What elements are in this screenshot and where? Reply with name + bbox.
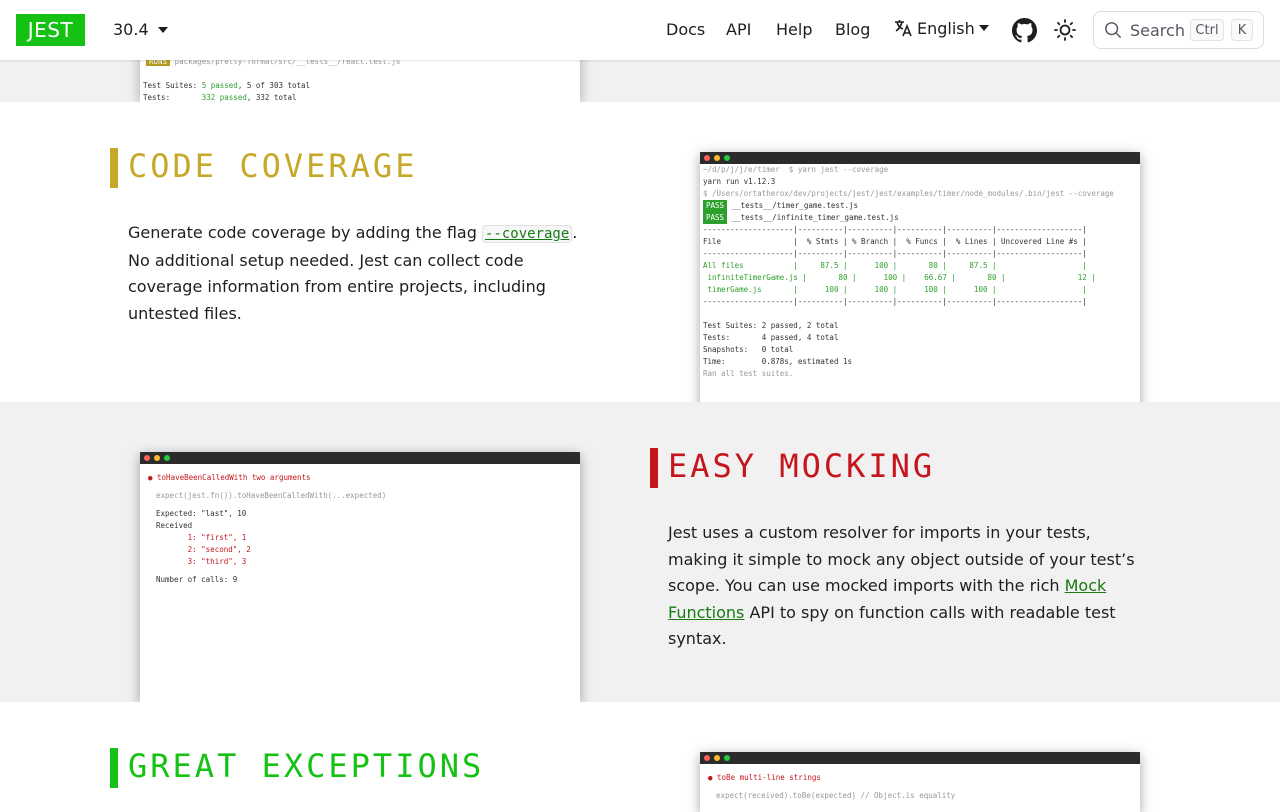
version-dropdown[interactable]: 30.4 xyxy=(113,20,168,39)
term-line: expect(received).toBe(expected) // Objec… xyxy=(716,791,956,800)
term-line: 3: "third", 3 xyxy=(156,557,247,566)
term-line: $ /Users/ortatherox/dev/projects/jest/je… xyxy=(703,189,1114,198)
tests-passed: 332 passed xyxy=(201,93,247,102)
coverage-section: CODE COVERAGE Generate code coverage by … xyxy=(0,102,1280,412)
term-line: Expected: "last", 10 xyxy=(156,509,247,518)
term-line: __tests__/timer_game.test.js xyxy=(731,201,859,210)
term-line: __tests__/infinite_timer_game.test.js xyxy=(731,213,899,222)
term-line: --------------------|----------|--------… xyxy=(703,225,1087,234)
term-line: 1: "first", 1 xyxy=(156,533,247,542)
suites-passed: 5 passed xyxy=(201,81,238,90)
term-line: --------------------|----------|--------… xyxy=(703,249,1087,258)
term-line: --------------------|----------|--------… xyxy=(703,297,1087,306)
kbd-ctrl: Ctrl xyxy=(1190,19,1224,41)
mocking-accent-bar xyxy=(650,448,658,488)
chevron-down-icon xyxy=(978,25,989,31)
terminal-titlebar xyxy=(700,152,1140,164)
nav-link-blog[interactable]: Blog xyxy=(835,20,870,39)
mocking-title: EASY MOCKING xyxy=(668,447,936,485)
translate-icon xyxy=(895,20,912,37)
term-line: File | % Stmts | % Branch | % Funcs | % … xyxy=(703,237,1087,246)
coverage-flag-link[interactable]: --coverage xyxy=(481,225,573,243)
coverage-text-before: Generate code coverage by adding the fla… xyxy=(128,223,477,242)
jest-logo[interactable]: JEST xyxy=(16,14,85,46)
search-placeholder: Search xyxy=(1130,20,1185,40)
mocking-section: ● toHaveBeenCalledWith two arguments exp… xyxy=(0,402,1280,702)
term-line: ~/d/p/j/j/e/timer $ yarn jest --coverage xyxy=(703,165,889,174)
exceptions-terminal: ● toBe multi-line strings expect(receive… xyxy=(700,752,1140,812)
exceptions-section: GREAT EXCEPTIONS ● toBe multi-line strin… xyxy=(0,702,1280,812)
suites-label: Test Suites: xyxy=(143,81,198,90)
term-line: yarn run v1.12.3 xyxy=(703,177,776,186)
term-line: All files | 87.5 | 100 | 80 | 87.5 | | xyxy=(703,261,1087,270)
exceptions-title: GREAT EXCEPTIONS xyxy=(128,747,485,785)
coverage-description: Generate code coverage by adding the fla… xyxy=(128,220,598,327)
nav-link-docs[interactable]: Docs xyxy=(666,20,705,39)
nav-link-api[interactable]: API xyxy=(726,20,751,39)
coverage-accent-bar xyxy=(110,148,118,188)
github-icon[interactable] xyxy=(1012,18,1037,47)
term-line: Ran all test suites. xyxy=(703,369,794,378)
term-line: infiniteTimerGame.js | 80 | 100 | 66.67 … xyxy=(703,273,1096,282)
term-line: Snapshots: 0 total xyxy=(703,345,794,354)
pass-badge: PASS xyxy=(703,212,728,224)
tests-rest: , 332 total xyxy=(246,93,297,102)
terminal-titlebar xyxy=(700,752,1140,764)
term-line: Number of calls: 9 xyxy=(156,575,238,584)
term-line: expect(jest.fn()).toHaveBeenCalledWith(.… xyxy=(156,491,387,500)
term-line: Tests: 4 passed, 4 total xyxy=(703,333,839,342)
coverage-terminal: ~/d/p/j/j/e/timer $ yarn jest --coverage… xyxy=(700,152,1140,412)
kbd-k: K xyxy=(1231,19,1253,41)
theme-toggle-sun-icon[interactable] xyxy=(1053,18,1077,46)
term-line: 2: "second", 2 xyxy=(156,545,251,554)
term-line: Time: 0.878s, estimated 1s xyxy=(703,357,853,366)
search-button[interactable]: Search Ctrl K xyxy=(1093,11,1264,49)
search-icon xyxy=(1105,22,1122,39)
terminal-titlebar xyxy=(140,452,580,464)
term-line: ● toBe multi-line strings xyxy=(708,773,821,782)
term-line: ● toHaveBeenCalledWith two arguments xyxy=(148,473,311,482)
nav-link-help[interactable]: Help xyxy=(776,20,812,39)
exceptions-accent-bar xyxy=(110,748,118,788)
pass-badge: PASS xyxy=(703,200,728,212)
language-label: English xyxy=(917,18,975,38)
tests-label: Tests: xyxy=(143,93,171,102)
navbar: JEST 30.4 Docs API Help Blog English Sea… xyxy=(0,0,1280,60)
language-dropdown[interactable]: English xyxy=(893,18,989,38)
suites-rest: , 5 of 303 total xyxy=(237,81,311,90)
mocking-terminal: ● toHaveBeenCalledWith two arguments exp… xyxy=(140,452,580,702)
term-line: Received xyxy=(156,521,193,530)
term-line: Test Suites: 2 passed, 2 total xyxy=(703,321,839,330)
chevron-down-icon xyxy=(157,26,168,33)
version-label: 30.4 xyxy=(113,20,149,39)
coverage-title: CODE COVERAGE xyxy=(128,147,418,185)
mocking-description: Jest uses a custom resolver for imports … xyxy=(668,520,1153,653)
term-line: timerGame.js | 100 | 100 | 100 | 100 | | xyxy=(703,285,1087,294)
